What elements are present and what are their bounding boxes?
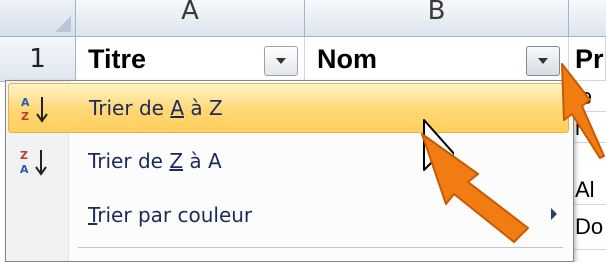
cell-b1-text: Nom — [317, 44, 377, 74]
submenu-arrow-icon — [551, 208, 557, 220]
menu-item-label: Trier de A à Z — [89, 96, 223, 120]
cell-b1[interactable]: Nom — [305, 37, 569, 81]
dropdown-arrow-icon — [538, 58, 548, 64]
dropdown-arrow-icon — [276, 58, 286, 64]
filter-dropdown-button-b[interactable] — [526, 46, 560, 76]
filter-dropdown-button-a[interactable] — [264, 46, 298, 76]
cell-c4[interactable]: Al — [569, 175, 606, 205]
svg-text:A: A — [21, 96, 30, 109]
svg-text:A: A — [20, 163, 29, 176]
svg-text:Z: Z — [20, 149, 28, 162]
column-header-c[interactable] — [569, 0, 606, 36]
sort-az-icon: A Z — [21, 96, 48, 123]
menu-item-label: Trier par couleur — [88, 203, 253, 227]
cell-c5[interactable]: Do — [569, 212, 606, 250]
annotation-arrow-icon — [421, 133, 529, 243]
menu-item-label: Trier de Z à A — [88, 149, 222, 173]
menu-divider — [78, 247, 563, 248]
sort-za-icon: Z A — [20, 149, 47, 176]
annotation-arrow-icon — [561, 63, 605, 159]
menu-item-sort-a-to-z[interactable]: A Z Trier de A à Z — [8, 83, 569, 133]
cell-a1[interactable]: Titre — [76, 37, 305, 81]
cell-a1-text: Titre — [88, 44, 147, 74]
column-header-row: A B — [0, 0, 606, 37]
column-header-b[interactable]: B — [305, 0, 569, 36]
column-header-a[interactable]: A — [76, 0, 305, 36]
select-all-corner[interactable] — [0, 0, 76, 36]
row-header-1[interactable]: 1 — [0, 37, 76, 82]
svg-text:Z: Z — [21, 110, 29, 123]
